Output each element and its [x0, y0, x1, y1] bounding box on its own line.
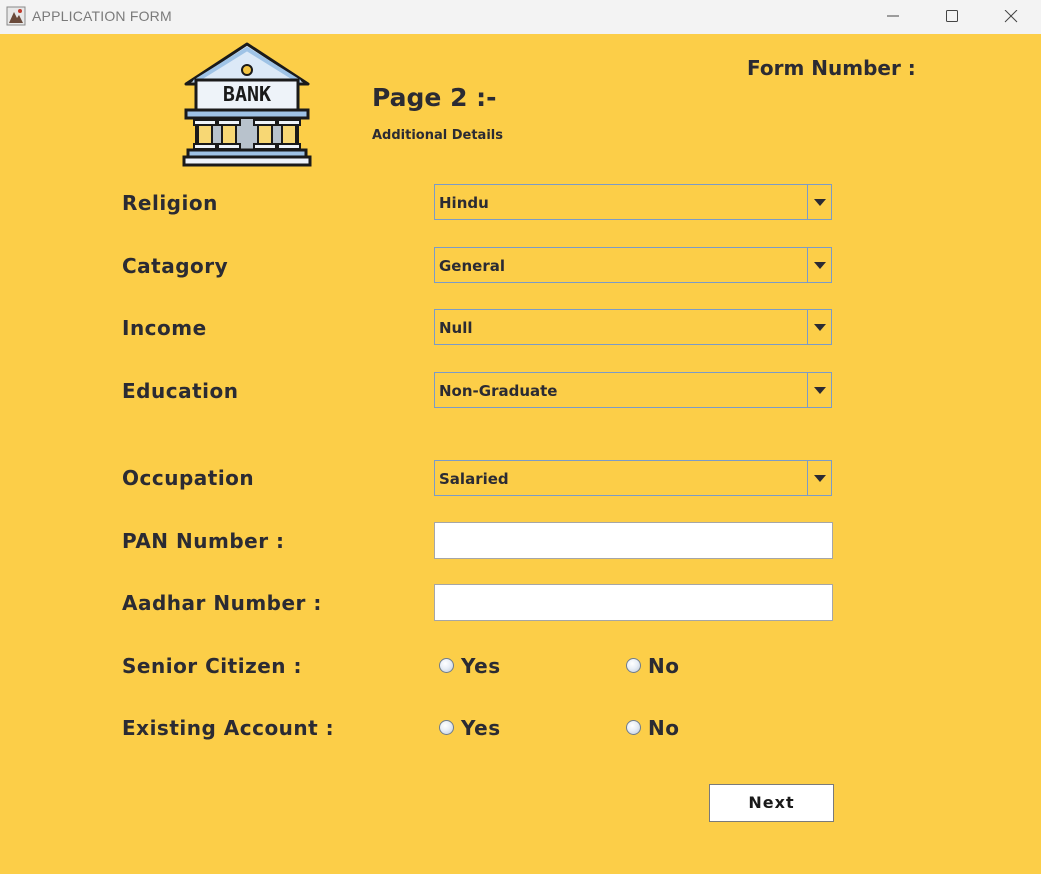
chevron-down-icon — [814, 475, 826, 482]
religion-value: Hindu — [439, 194, 489, 212]
page-title: Page 2 :- — [372, 83, 497, 112]
chevron-down-icon — [814, 324, 826, 331]
occupation-label: Occupation — [122, 466, 255, 490]
education-dropdown-arrow[interactable] — [807, 373, 831, 407]
religion-label: Religion — [122, 191, 218, 215]
income-dropdown-arrow[interactable] — [807, 310, 831, 344]
form-number-label: Form Number : — [747, 56, 916, 80]
app-icon[interactable] — [6, 6, 26, 26]
close-icon — [1004, 10, 1018, 23]
education-label: Education — [122, 379, 239, 403]
category-label: Catagory — [122, 254, 229, 278]
senior-citizen-no-label[interactable]: No — [648, 654, 679, 678]
existing-account-no-label[interactable]: No — [648, 716, 679, 740]
existing-account-yes-radio[interactable] — [439, 720, 454, 735]
category-dropdown-arrow[interactable] — [807, 248, 831, 282]
income-dropdown[interactable]: Null — [434, 309, 832, 345]
next-button[interactable]: Next — [709, 784, 834, 822]
existing-account-label: Existing Account : — [122, 716, 335, 740]
existing-account-no-radio[interactable] — [626, 720, 641, 735]
window-title: APPLICATION FORM — [32, 8, 172, 24]
logo-text: BANK — [223, 82, 271, 106]
senior-citizen-label: Senior Citizen : — [122, 654, 302, 678]
occupation-dropdown-arrow[interactable] — [807, 461, 831, 495]
chevron-down-icon — [814, 387, 826, 394]
aadhar-label: Aadhar Number : — [122, 591, 322, 615]
minimize-button[interactable] — [864, 0, 922, 34]
education-dropdown[interactable]: Non-Graduate — [434, 372, 832, 408]
income-value: Null — [439, 319, 473, 337]
pan-number-input[interactable] — [434, 522, 833, 559]
maximize-button[interactable] — [923, 0, 981, 34]
income-label: Income — [122, 316, 207, 340]
religion-dropdown[interactable]: Hindu — [434, 184, 832, 220]
title-bar: APPLICATION FORM — [0, 0, 1041, 34]
chevron-down-icon — [814, 262, 826, 269]
pan-label: PAN Number : — [122, 529, 285, 553]
minimize-icon — [887, 15, 899, 17]
maximize-icon — [946, 10, 958, 22]
senior-citizen-yes-radio[interactable] — [439, 658, 454, 673]
occupation-dropdown[interactable]: Salaried — [434, 460, 832, 496]
existing-account-yes-label[interactable]: Yes — [461, 716, 501, 740]
category-dropdown[interactable]: General — [434, 247, 832, 283]
aadhar-number-input[interactable] — [434, 584, 833, 621]
senior-citizen-no-radio[interactable] — [626, 658, 641, 673]
education-value: Non-Graduate — [439, 382, 558, 400]
close-button[interactable] — [982, 0, 1040, 34]
religion-dropdown-arrow[interactable] — [807, 185, 831, 219]
category-value: General — [439, 257, 505, 275]
occupation-value: Salaried — [439, 470, 509, 488]
senior-citizen-yes-label[interactable]: Yes — [461, 654, 501, 678]
bank-logo: BANK — [182, 42, 312, 167]
chevron-down-icon — [814, 199, 826, 206]
page-subtitle: Additional Details — [372, 128, 503, 143]
